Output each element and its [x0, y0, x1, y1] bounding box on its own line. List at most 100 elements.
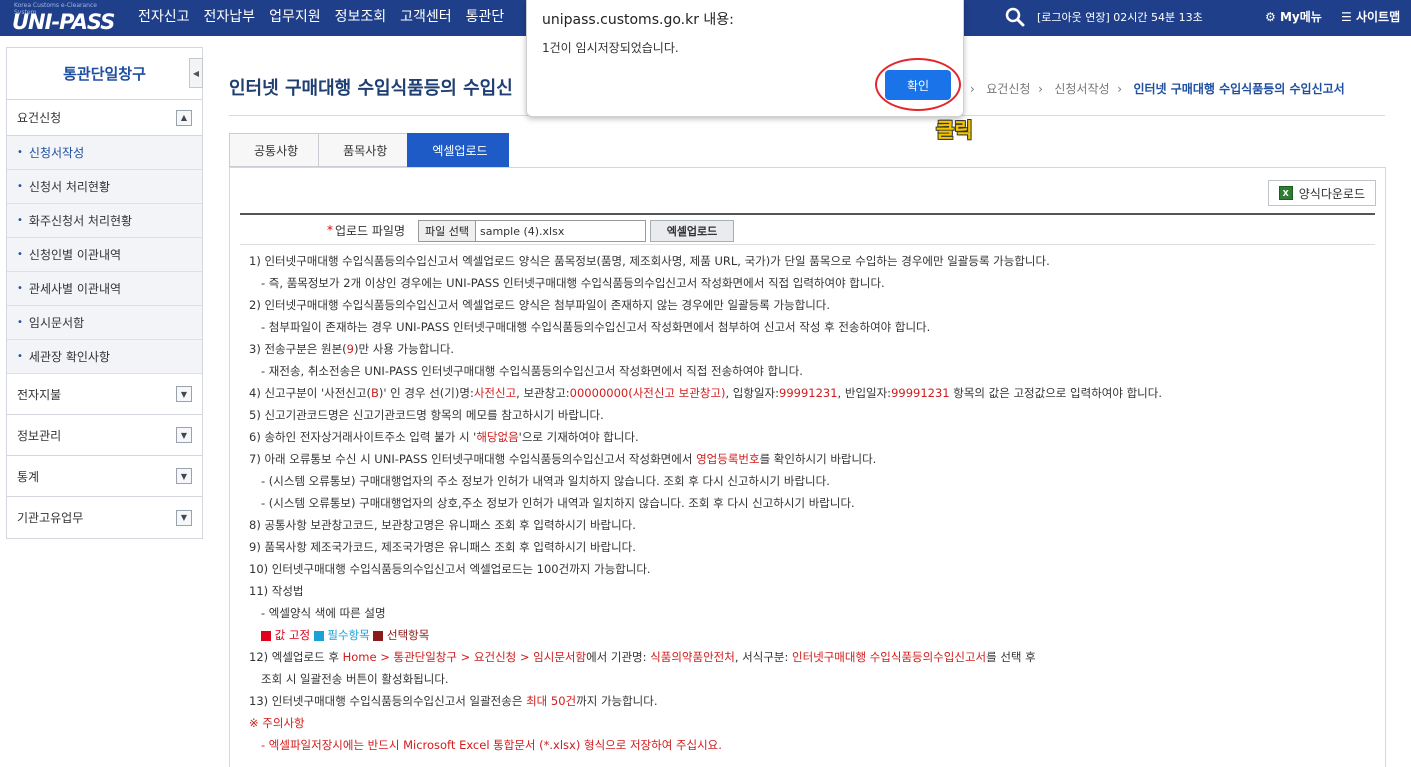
note-line: - (시스템 오류통보) 구매대행업자의 상호,주소 정보가 인허가 내역과 일… [261, 496, 855, 510]
global-nav: 전자신고 전자납부 업무지원 정보조회 고객센터 통관단 [138, 6, 504, 26]
note-highlight: 인터넷구매대행 수입식품등의수입신고서 [791, 650, 987, 664]
legend-optional-label: 선택항목 [387, 628, 430, 642]
note-line: 1) 인터넷구매대행 수입식품등의수입신고서 엑셀업로드 양식은 품목정보(품명… [249, 254, 1050, 268]
chevron-down-icon[interactable]: ▼ [176, 468, 192, 484]
note-text: 3) 전송구분은 원본( [249, 342, 347, 356]
breadcrumb-item[interactable]: 요건신청 [986, 82, 1030, 96]
bullet-icon: • [17, 249, 23, 260]
note-line: 11) 작성법 [249, 584, 304, 598]
sidebar-item-transfer-by-broker[interactable]: • 관세사별 이관내역 [7, 272, 202, 306]
note-text: )' 인 경우 선(기)명: [378, 386, 474, 400]
note-text: , 입항일자: [725, 386, 779, 400]
hamburger-icon: ☰ [1341, 10, 1352, 24]
caution-heading: ※ 주의사항 [249, 716, 305, 730]
breadcrumb-item[interactable]: 신청서작성 [1054, 82, 1109, 96]
upload-row: * 업로드 파일명 파일 선택 sample (4).xlsx 엑셀업로드 [240, 213, 1375, 245]
logo-text: UNI-PASS [12, 10, 115, 34]
search-icon[interactable] [1004, 6, 1026, 28]
sidebar-group-e-payment[interactable]: 전자지불 ▼ [7, 374, 202, 415]
required-mark: * [326, 223, 333, 237]
sidebar-group-label: 요건신청 [17, 111, 62, 125]
excel-upload-button[interactable]: 엑셀업로드 [650, 220, 734, 242]
sidebar-group-agency-work[interactable]: 기관고유업무 ▼ [7, 497, 202, 538]
tab-bar: 공통사항 품목사항 엑셀업로드 [229, 133, 509, 167]
sidebar-item-write-application[interactable]: • 신청서작성 [7, 136, 202, 170]
page-title: 인터넷 구매대행 수입식품등의 수입신 [229, 78, 513, 99]
note-highlight: 해당없음 [476, 430, 519, 444]
chevron-down-icon[interactable]: ▼ [176, 386, 192, 402]
bullet-icon: • [17, 317, 23, 328]
sidebar-group-info-management[interactable]: 정보관리 ▼ [7, 415, 202, 456]
sidebar-group-label: 기관고유업무 [17, 511, 84, 525]
tab-items[interactable]: 품목사항 [318, 133, 409, 167]
note-text: 까지 가능합니다. [576, 694, 658, 708]
note-line: 2) 인터넷구매대행 수입식품등의수입신고서 엑셀업로드 양식은 첨부파일이 존… [249, 298, 831, 312]
sidebar-item-customs-confirmation[interactable]: • 세관장 확인사항 [7, 340, 202, 374]
sitemap-label: 사이트맵 [1355, 10, 1401, 24]
sidebar-item-transfer-by-applicant[interactable]: • 신청인별 이관내역 [7, 238, 202, 272]
sidebar-item-label: 화주신청서 처리현황 [28, 214, 133, 228]
note-highlight: 식품의약품안전처 [650, 650, 735, 664]
file-name-text: sample (4).xlsx [479, 224, 565, 238]
sidebar-group-statistics[interactable]: 통계 ▼ [7, 456, 202, 497]
nav-item-customer-center[interactable]: 고객센터 [400, 6, 452, 26]
file-select-button[interactable]: 파일 선택 [419, 221, 476, 241]
note-highlight: 99991231 [891, 386, 950, 400]
dialog-host: unipass.customs.go.kr 내용: [542, 12, 734, 28]
my-menu-button[interactable]: ⚙ My메뉴 [1265, 8, 1322, 25]
sidebar-group-label: 통계 [17, 469, 40, 484]
note-highlight: Home > 통관단일창구 > 요건신청 > 임시문서함 [342, 650, 587, 664]
breadcrumb-separator: › [970, 82, 975, 96]
session-timer[interactable]: [로그아웃 연장] 02시간 54분 13초 [1037, 9, 1203, 25]
chevron-down-icon[interactable]: ▼ [176, 427, 192, 443]
sidebar-item-label: 신청인별 이관내역 [28, 248, 122, 262]
note-text: 를 선택 후 [986, 650, 1036, 664]
note-text: , 서식구분: [734, 650, 792, 664]
tab-excel-upload[interactable]: 엑셀업로드 [407, 133, 509, 167]
excel-file-icon: X [1278, 186, 1293, 200]
sidebar-group-label: 정보관리 [17, 428, 62, 443]
breadcrumb-current: 인터넷 구매대행 수입식품등의 수입신고서 [1133, 82, 1345, 96]
legend-fixed-label: 값 고정 [274, 628, 311, 642]
sidebar-item-temp-documents[interactable]: • 임시문서함 [7, 306, 202, 340]
nav-item-e-payment[interactable]: 전자납부 [204, 6, 256, 26]
nav-item-work-support[interactable]: 업무지원 [269, 6, 321, 26]
legend-fixed-swatch [261, 630, 271, 641]
sidebar-collapse-button[interactable]: ◀ [189, 58, 203, 88]
sidebar-item-application-status[interactable]: • 신청서 처리현황 [7, 170, 202, 204]
note-line: 8) 공통사항 보관창고코드, 보관창고명은 유니패스 조회 후 입력하시기 바… [249, 518, 636, 532]
highlight-circle [875, 58, 961, 111]
sidebar-item-label: 임시문서함 [28, 316, 85, 330]
note-highlight: B [370, 386, 379, 400]
form-download-button[interactable]: X 양식다운로드 [1267, 180, 1376, 206]
nav-item-e-declaration[interactable]: 전자신고 [138, 6, 190, 26]
file-input[interactable]: 파일 선택 sample (4).xlsx [418, 220, 646, 242]
tab-common[interactable]: 공통사항 [229, 133, 320, 167]
sidebar-item-shipper-application-status[interactable]: • 화주신청서 처리현황 [7, 204, 202, 238]
breadcrumb-separator: › [1117, 82, 1122, 96]
nav-item-single-window[interactable]: 통관단 [466, 6, 505, 26]
chevron-up-icon[interactable]: ▲ [176, 109, 192, 126]
sidebar-group-label: 전자지불 [17, 387, 62, 402]
chevron-down-icon[interactable]: ▼ [176, 509, 192, 526]
unipass-logo[interactable]: Korea Customs e-Clearance System UNI-PAS… [8, 2, 118, 34]
note-highlight: 사전신고 [473, 386, 517, 400]
nav-item-info-search[interactable]: 정보조회 [335, 6, 387, 26]
legend-required-swatch [313, 630, 324, 641]
note-text: , 반입일자: [837, 386, 892, 400]
breadcrumb: › 요건신청 › 신청서작성 › 인터넷 구매대행 수입식품등의 수입신고서 [970, 80, 1345, 97]
note-line: 3) 전송구분은 원본(9)만 사용 가능합니다. [249, 338, 1374, 360]
legend-optional-swatch [373, 630, 384, 641]
dialog-message: 1건이 임시저장되었습니다. [542, 41, 679, 55]
caution-line: - 엑셀파일저장시에는 반드시 Microsoft Excel 통합문서 (*.… [261, 738, 722, 752]
sidebar-group-requirement-application[interactable]: 요건신청 ▲ [7, 100, 202, 136]
note-text: '으로 기재하여야 합니다. [518, 430, 639, 444]
bullet-icon: • [17, 283, 23, 294]
note-line: 12) 엑셀업로드 후 Home > 통관단일창구 > 요건신청 > 임시문서함… [249, 646, 1374, 668]
note-line: 9) 품목사항 제조국가코드, 제조국가명은 유니패스 조회 후 입력하시기 바… [249, 540, 636, 554]
sidebar-item-label: 세관장 확인사항 [28, 350, 111, 364]
note-text: 12) 엑셀업로드 후 [249, 650, 343, 664]
note-line: - 첨부파일이 존재하는 경우 UNI-PASS 인터넷구매대행 수입식품등의수… [261, 320, 931, 334]
note-text: )만 사용 가능합니다. [354, 342, 455, 356]
sitemap-button[interactable]: ☰ 사이트맵 [1341, 8, 1400, 25]
